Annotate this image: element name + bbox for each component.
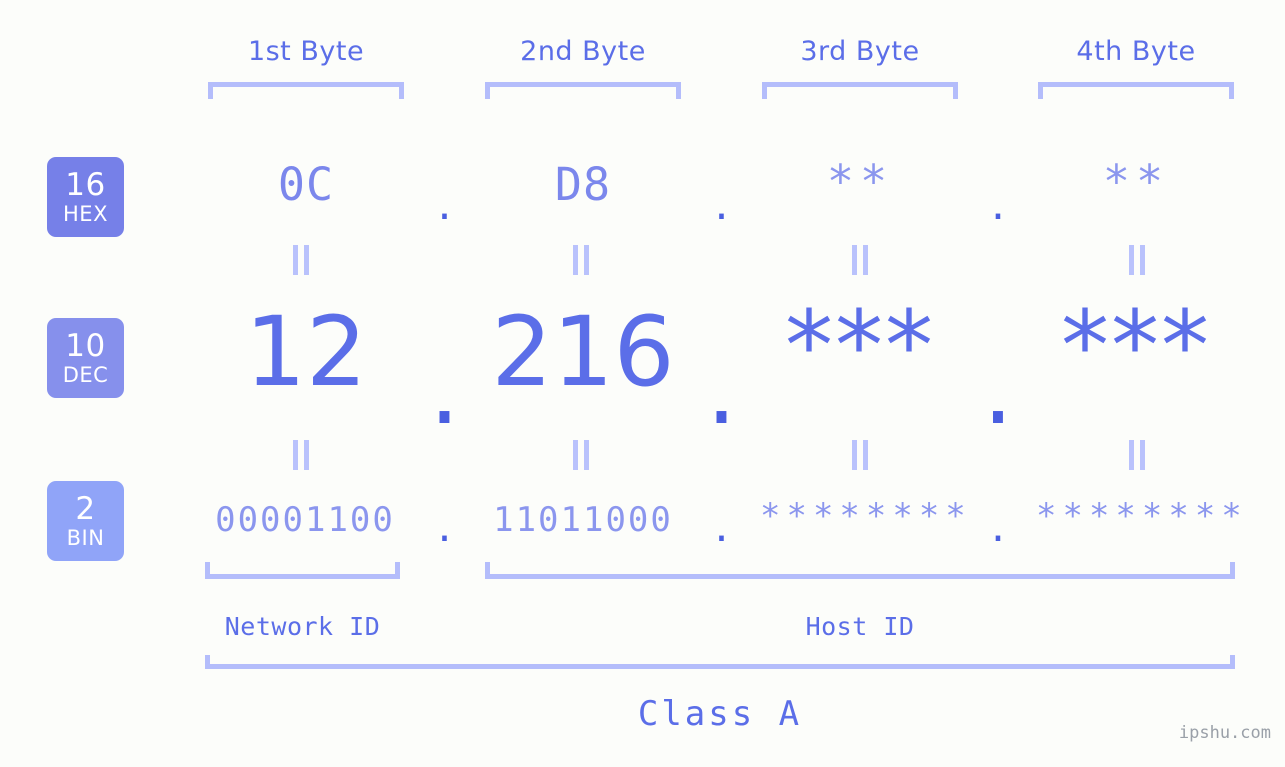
- base-badge-bin-label: BIN: [66, 525, 105, 550]
- base-badge-hex-label: HEX: [63, 201, 108, 226]
- dec-byte-1-value: 12: [244, 296, 368, 408]
- equals-marker-hex-dec-4: [1127, 245, 1147, 275]
- equals-bar: [304, 440, 309, 470]
- dec-byte-4-value: ***: [1061, 290, 1211, 402]
- equals-bar: [863, 245, 868, 275]
- byte-bracket-2: [485, 82, 681, 99]
- dec-byte-2-value: 216: [491, 296, 675, 408]
- base-badge-hex-number: 16: [65, 166, 106, 203]
- site-watermark: ipshu.com: [1178, 723, 1271, 743]
- base-badge-dec-number: 10: [65, 327, 106, 364]
- class-label: Class A: [637, 694, 803, 734]
- equals-marker-hex-dec-1: [291, 245, 311, 275]
- base-badge-dec[interactable]: 10 DEC: [47, 318, 124, 398]
- equals-bar: [293, 440, 298, 470]
- base-badge-hex[interactable]: 16 HEX: [47, 157, 124, 237]
- byte-header-1: 1st Byte: [247, 36, 365, 67]
- ip-address-breakdown-diagram: 1st Byte 2nd Byte 3rd Byte 4th Byte 16 H…: [0, 0, 1285, 767]
- dec-byte-3-value: ***: [785, 290, 935, 402]
- network-id-bracket: [205, 562, 400, 579]
- equals-bar: [1129, 440, 1134, 470]
- bin-byte-3-value: ********: [760, 496, 972, 536]
- byte-header-3: 3rd Byte: [800, 36, 920, 67]
- equals-marker-dec-bin-3: [850, 440, 870, 470]
- byte-bracket-1: [208, 82, 404, 99]
- equals-bar: [584, 245, 589, 275]
- equals-marker-hex-dec-2: [571, 245, 591, 275]
- equals-bar: [573, 245, 578, 275]
- hex-byte-3-value: **: [826, 155, 894, 208]
- base-badge-bin-number: 2: [75, 490, 96, 527]
- equals-marker-dec-bin-1: [291, 440, 311, 470]
- hex-byte-1-value: 0C: [277, 158, 335, 211]
- bin-byte-1-value: 00001100: [215, 500, 395, 540]
- equals-bar: [1140, 440, 1145, 470]
- byte-bracket-3: [762, 82, 958, 99]
- network-id-label: Network ID: [224, 612, 381, 641]
- hex-byte-2-value: D8: [554, 158, 612, 211]
- byte-header-2: 2nd Byte: [520, 36, 646, 67]
- equals-bar: [852, 245, 857, 275]
- equals-bar: [293, 245, 298, 275]
- equals-bar: [573, 440, 578, 470]
- equals-bar: [863, 440, 868, 470]
- host-id-bracket: [485, 562, 1235, 579]
- equals-marker-hex-dec-3: [850, 245, 870, 275]
- hex-byte-4-value: **: [1102, 155, 1170, 208]
- host-id-label: Host ID: [805, 612, 915, 641]
- equals-bar: [584, 440, 589, 470]
- base-badge-bin[interactable]: 2 BIN: [47, 481, 124, 561]
- equals-bar: [1140, 245, 1145, 275]
- equals-bar: [1129, 245, 1134, 275]
- class-bracket: [205, 655, 1235, 669]
- byte-header-4: 4th Byte: [1076, 36, 1196, 67]
- equals-marker-dec-bin-2: [571, 440, 591, 470]
- equals-bar: [852, 440, 857, 470]
- bin-byte-4-value: ********: [1036, 496, 1248, 536]
- byte-bracket-4: [1038, 82, 1234, 99]
- equals-bar: [304, 245, 309, 275]
- equals-marker-dec-bin-4: [1127, 440, 1147, 470]
- base-badge-dec-label: DEC: [62, 362, 109, 387]
- bin-byte-2-value: 11011000: [493, 500, 673, 540]
